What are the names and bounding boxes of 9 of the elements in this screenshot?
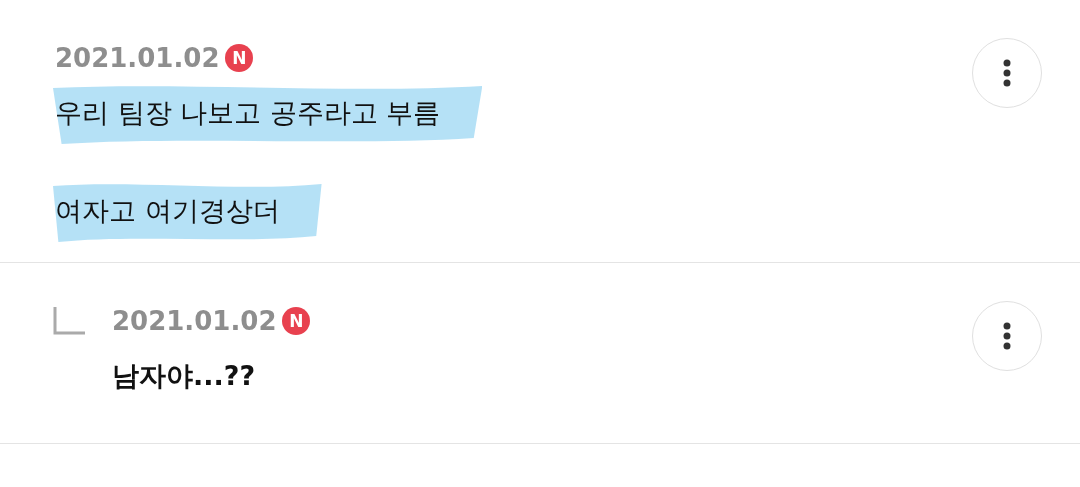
new-badge: N xyxy=(282,307,311,335)
more-icon xyxy=(1003,322,1011,350)
comment-date: 2021.01.02 xyxy=(55,43,220,73)
comment-text: 남자야...?? xyxy=(112,360,256,391)
comment-date: 2021.01.02 xyxy=(112,306,277,336)
comment-text: 여자고 여기경상더 xyxy=(55,195,280,226)
new-badge: N xyxy=(225,44,254,72)
comment-text: 우리 팀장 나보고 공주라고 부름 xyxy=(55,97,441,128)
more-icon xyxy=(1003,59,1011,87)
